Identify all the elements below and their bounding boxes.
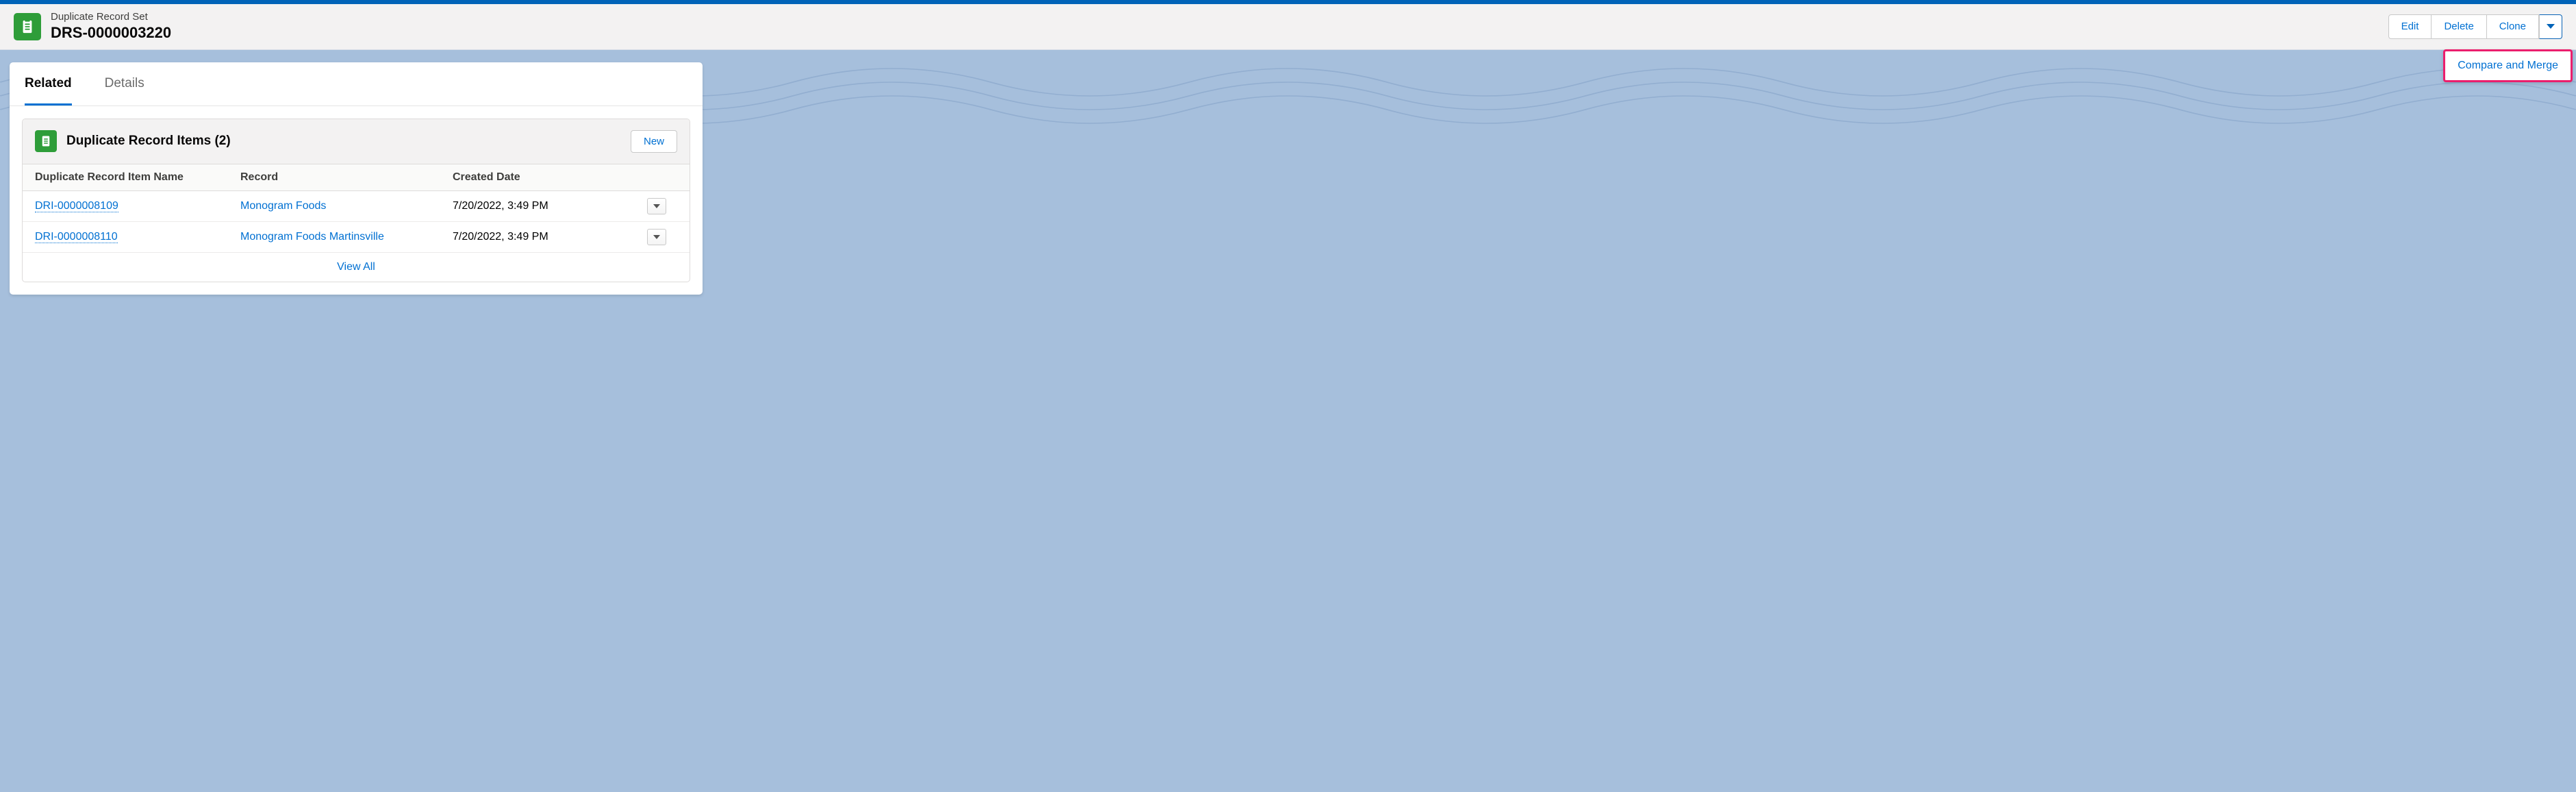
clone-button[interactable]: Clone (2487, 14, 2539, 39)
edit-button[interactable]: Edit (2388, 14, 2432, 39)
row-actions-button[interactable] (647, 198, 666, 214)
header-left: Duplicate Record Set DRS-0000003220 (14, 11, 171, 42)
tab-details[interactable]: Details (105, 62, 144, 106)
more-actions-dropdown: Compare and Merge (2443, 49, 2573, 82)
main-card: Related Details Duplicate Record Items (… (10, 62, 703, 295)
record-set-icon (14, 13, 41, 40)
tab-related[interactable]: Related (25, 62, 72, 106)
record-header: Duplicate Record Set DRS-0000003220 Edit… (0, 4, 2576, 50)
table-row: DRI-0000008109 Monogram Foods 7/20/2022,… (23, 191, 690, 222)
duplicate-record-items-icon (35, 130, 57, 152)
related-tab-body: Duplicate Record Items (2) New Duplicate… (10, 106, 703, 295)
table-row: DRI-0000008110 Monogram Foods Martinsvil… (23, 222, 690, 253)
delete-button[interactable]: Delete (2432, 14, 2486, 39)
related-list-title[interactable]: Duplicate Record Items (2) (66, 134, 231, 149)
header-action-group: Edit Delete Clone (2388, 14, 2562, 39)
created-date-value: 7/20/2022, 3:49 PM (453, 231, 647, 243)
chevron-down-icon (2547, 24, 2555, 29)
record-type-label: Duplicate Record Set (51, 11, 171, 23)
new-button[interactable]: New (631, 130, 677, 153)
chevron-down-icon (653, 204, 660, 208)
col-actions (647, 171, 677, 184)
item-name-link[interactable]: DRI-0000008109 (35, 200, 118, 212)
related-list-header: Duplicate Record Items (2) New (23, 119, 690, 164)
created-date-value: 7/20/2022, 3:49 PM (453, 200, 647, 212)
item-name-link[interactable]: DRI-0000008110 (35, 231, 118, 243)
header-text: Duplicate Record Set DRS-0000003220 (51, 11, 171, 42)
record-link[interactable]: Monogram Foods Martinsville (240, 231, 384, 243)
related-list-card: Duplicate Record Items (2) New Duplicate… (22, 119, 690, 282)
chevron-down-icon (653, 235, 660, 239)
compare-and-merge-item[interactable]: Compare and Merge (2458, 60, 2558, 72)
col-created-date: Created Date (453, 171, 647, 184)
tab-bar: Related Details (10, 62, 703, 106)
col-record: Record (240, 171, 453, 184)
col-item-name: Duplicate Record Item Name (35, 171, 240, 184)
row-actions-button[interactable] (647, 229, 666, 245)
related-title-wrap: Duplicate Record Items (2) (35, 130, 231, 152)
related-table-header: Duplicate Record Item Name Record Create… (23, 164, 690, 191)
content-region: Related Details Duplicate Record Items (… (0, 50, 712, 307)
record-link[interactable]: Monogram Foods (240, 200, 326, 212)
view-all-link[interactable]: View All (23, 253, 690, 282)
record-name: DRS-0000003220 (51, 23, 171, 42)
more-actions-button[interactable] (2539, 14, 2562, 39)
